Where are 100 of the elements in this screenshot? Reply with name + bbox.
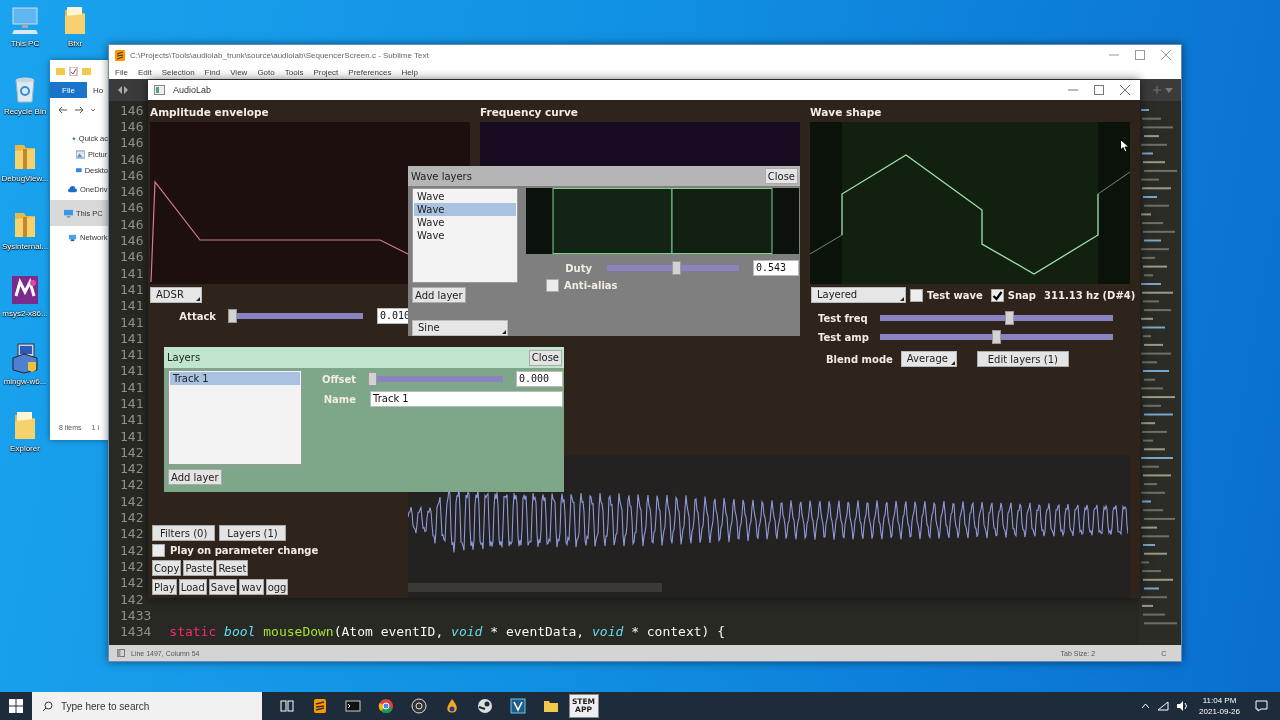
- close-icon[interactable]: [1120, 85, 1130, 95]
- terminal-icon[interactable]: [344, 698, 361, 714]
- section-title: Amplitude envelope: [150, 105, 270, 120]
- editor-app-icon[interactable]: [311, 698, 328, 714]
- game-launcher-icon[interactable]: [476, 698, 493, 714]
- panel-icon[interactable]: [117, 649, 125, 657]
- slider-thumb[interactable]: [1005, 311, 1015, 325]
- list-item[interactable]: Wave: [414, 216, 516, 229]
- line-number: 146: [120, 233, 144, 248]
- dropdown-caret-icon[interactable]: [90, 107, 96, 113]
- aperture-icon[interactable]: [410, 698, 427, 714]
- menu-item[interactable]: Project: [313, 67, 339, 77]
- checkbox[interactable]: [990, 288, 1004, 302]
- line-number: 141: [120, 347, 144, 363]
- new-folder-icon: [82, 66, 91, 76]
- edit-button[interactable]: Copy: [152, 560, 182, 576]
- blend-mode-dropdown[interactable]: Average: [900, 351, 957, 367]
- slider-thumb[interactable]: [368, 372, 377, 386]
- speaker-icon[interactable]: [1176, 701, 1189, 711]
- line-number: 146: [120, 184, 144, 200]
- menu-item[interactable]: Find: [204, 67, 221, 77]
- edit-button[interactable]: Paste: [183, 560, 215, 576]
- checkbox[interactable]: [152, 544, 165, 557]
- checkbox-label: Test wave: [927, 289, 983, 301]
- slider-label: Test amp: [818, 331, 870, 343]
- clock-time[interactable]: 11:04 PM: [1202, 695, 1237, 706]
- windows-logo-icon[interactable]: [9, 699, 23, 713]
- line-number: 142: [120, 493, 144, 509]
- slider-thumb[interactable]: [672, 261, 682, 275]
- line-number: 141: [120, 265, 144, 281]
- envelope-dropdown[interactable]: ADSR: [150, 287, 202, 303]
- chevron-up-icon[interactable]: [1141, 703, 1151, 709]
- app-tile-icon: [10, 274, 40, 306]
- checkbox[interactable]: [910, 288, 923, 302]
- tab-arrows-icon[interactable]: [117, 86, 129, 94]
- ribbon-tab[interactable]: Ho: [92, 82, 104, 98]
- search-field[interactable]: Type here to search: [32, 692, 262, 720]
- list-item[interactable]: Track 1: [170, 372, 300, 385]
- file-button[interactable]: ogg: [265, 579, 289, 595]
- slider-thumb[interactable]: [228, 309, 237, 323]
- code-line: static bool mouseDown(Atom eventID, void * eventData, void * context) {: [169, 624, 726, 640]
- value-field[interactable]: 0.543: [753, 260, 799, 276]
- dialog-title: Layers: [167, 352, 201, 363]
- line-number: 141: [120, 330, 144, 346]
- edit-layers-button[interactable]: Edit layers (1): [976, 351, 1069, 367]
- list-item[interactable]: Wave: [414, 229, 516, 242]
- close-icon[interactable]: [1161, 50, 1171, 60]
- wave-mode-dropdown[interactable]: Layered: [811, 287, 906, 303]
- add-layer-button[interactable]: Add layer: [168, 469, 222, 485]
- file-button[interactable]: Save: [208, 579, 238, 595]
- line-number: 146: [120, 118, 144, 134]
- dropdown-corner-icon: [950, 361, 955, 365]
- list-item[interactable]: Wave: [414, 190, 516, 203]
- menu-item[interactable]: Help: [401, 67, 418, 77]
- line-number: 146: [120, 135, 144, 151]
- menu-item[interactable]: Edit: [137, 67, 152, 77]
- back-arrow-icon[interactable]: [58, 106, 68, 114]
- folder-icon[interactable]: [542, 698, 559, 714]
- notification-icon[interactable]: [1255, 700, 1268, 712]
- menu-item[interactable]: Goto: [257, 67, 275, 77]
- maximize-icon[interactable]: [1135, 50, 1145, 60]
- value-field[interactable]: 0.000: [516, 371, 563, 387]
- panel-button[interactable]: Layers (1): [219, 525, 286, 541]
- installer-icon: [10, 341, 40, 374]
- wave-type-dropdown[interactable]: Sine: [412, 320, 508, 336]
- edit-button[interactable]: Reset: [216, 560, 249, 576]
- file-button[interactable]: Load: [178, 579, 207, 595]
- line-number: 146: [120, 216, 144, 232]
- ribbon-tab[interactable]: File: [50, 82, 87, 98]
- app-icon[interactable]: [509, 698, 526, 714]
- close-button[interactable]: Close: [528, 349, 562, 366]
- network-icon: [68, 232, 77, 242]
- menu-item[interactable]: Tools: [284, 67, 304, 77]
- network-icon[interactable]: [1157, 701, 1170, 711]
- close-button[interactable]: Close: [764, 168, 798, 184]
- file-button[interactable]: wav: [239, 579, 264, 595]
- panel-button[interactable]: Filters (0): [152, 525, 216, 541]
- line-number: 146: [120, 151, 144, 167]
- name-field[interactable]: Track 1: [370, 391, 563, 407]
- browser-icon[interactable]: [377, 698, 394, 714]
- slider-thumb[interactable]: [992, 330, 1001, 344]
- line-number: 142: [120, 477, 144, 493]
- add-layer-button[interactable]: Add layer: [412, 287, 466, 303]
- line-number: 146: [120, 200, 144, 216]
- clock-date[interactable]: 2021-09-26: [1199, 706, 1240, 717]
- menu-item[interactable]: View: [230, 67, 248, 77]
- menu-item[interactable]: Selection: [161, 67, 195, 77]
- dialog-title: Wave layers: [411, 170, 472, 182]
- line-number: 142: [120, 542, 144, 558]
- maximize-icon[interactable]: [1094, 85, 1104, 95]
- menu-item[interactable]: File: [115, 67, 128, 77]
- new-tab-icon[interactable]: [1153, 86, 1173, 94]
- task-view-icon[interactable]: [278, 698, 295, 714]
- menu-item[interactable]: Preferences: [348, 67, 392, 77]
- forward-arrow-icon[interactable]: [74, 106, 84, 114]
- checkbox[interactable]: [546, 279, 559, 292]
- blend-mode-label: Blend mode: [826, 353, 893, 365]
- desktop-icon: [76, 165, 82, 175]
- file-button[interactable]: Play: [152, 579, 177, 595]
- list-item[interactable]: Wave: [414, 203, 516, 216]
